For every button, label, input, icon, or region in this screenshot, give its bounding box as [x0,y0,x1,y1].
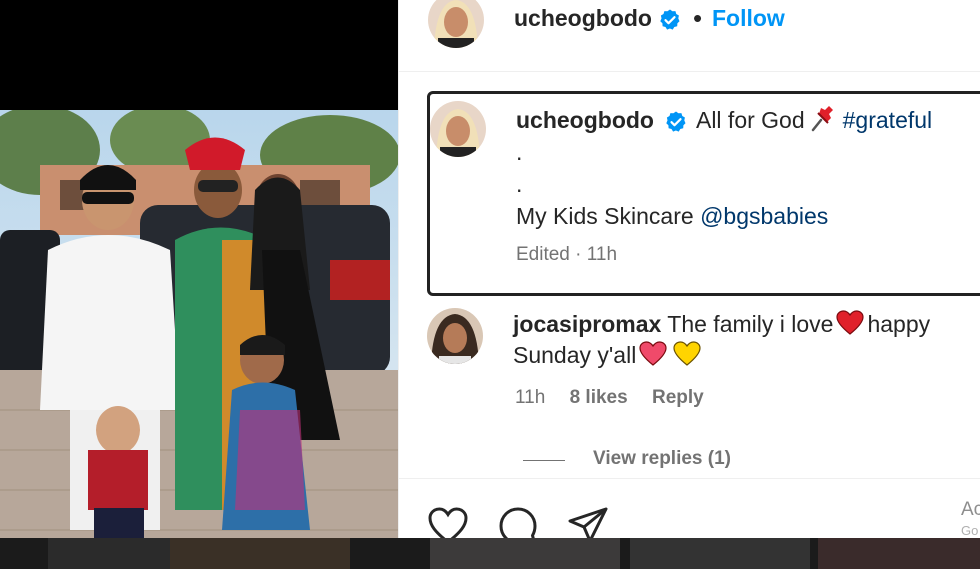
comments-panel: ucheogbodo • Follow ucheogbodo All for G… [398,0,980,538]
heart-icon[interactable] [427,505,469,538]
meta-separator: · [575,244,582,265]
caption-phrase: All for God [695,107,805,133]
edited-label: Edited [516,244,570,265]
family-photo [0,110,398,538]
verified-badge-icon [660,9,680,30]
heart-exclamation-emoji-icon [639,341,667,366]
comment-likes[interactable]: 8 likes [570,387,628,408]
post-actions: Ac Go [399,478,980,538]
post-photo[interactable] [0,110,398,538]
post-header: ucheogbodo • Follow [399,0,980,72]
feed-thumbnail [48,538,170,569]
avatar-image [428,0,484,48]
author-avatar[interactable] [428,0,484,48]
replies-divider [523,460,565,461]
comment-item: jocasipromax The family i love happy Sun… [427,306,980,426]
ad-subtext: Go [961,523,979,538]
view-replies-label[interactable]: View replies (1) [593,448,731,470]
mention-link[interactable]: @bgsbabies [700,203,828,229]
verified-badge-icon [666,111,686,132]
caption-username[interactable]: ucheogbodo [516,107,654,133]
caption-line-dot1: . [516,139,523,165]
caption-time[interactable]: 11h [587,244,617,265]
caption-line-1: ucheogbodo All for God #grateful [516,104,980,136]
caption-skincare-text: My Kids Skincare [516,203,694,229]
reply-button[interactable]: Reply [652,387,704,408]
caption-meta: Edited · 11h [516,244,617,266]
yellow-heart-emoji-icon [673,341,701,366]
hashtag-link[interactable]: #grateful [843,107,933,133]
comment-icon[interactable] [497,505,539,538]
comment-text: jocasipromax The family i love happy Sun… [513,309,980,371]
comment-phrase-1: The family i love [667,311,834,337]
commenter-avatar[interactable] [427,308,483,364]
feed-thumbnail [170,538,350,569]
background-feed-strip [0,538,980,569]
follow-button[interactable]: Follow [712,5,785,32]
red-heart-emoji-icon [836,310,865,335]
comment-time[interactable]: 11h [515,387,545,408]
author-username[interactable]: ucheogbodo [514,5,682,32]
commenter-username[interactable]: jocasipromax [513,311,661,337]
avatar-image [430,101,486,157]
avatar-image [427,308,483,364]
ad-text: Ac [961,499,980,520]
pushpin-emoji-icon [811,106,833,132]
comment-meta: 11h 8 likes Reply [515,387,723,409]
caption-line-3: My Kids Skincare @bgsbabies [516,200,980,232]
caption-line-dot2: . [516,171,523,197]
caption-text: ucheogbodo All for God #grateful . . My … [516,104,980,232]
feed-thumbnail [818,538,980,569]
caption-avatar[interactable] [430,101,486,157]
caption: ucheogbodo All for God #grateful . . My … [427,91,980,296]
feed-thumbnail [430,538,620,569]
header-separator: • [693,3,703,33]
feed-thumbnail [630,538,810,569]
post-media [0,0,398,538]
share-icon[interactable] [567,505,609,538]
